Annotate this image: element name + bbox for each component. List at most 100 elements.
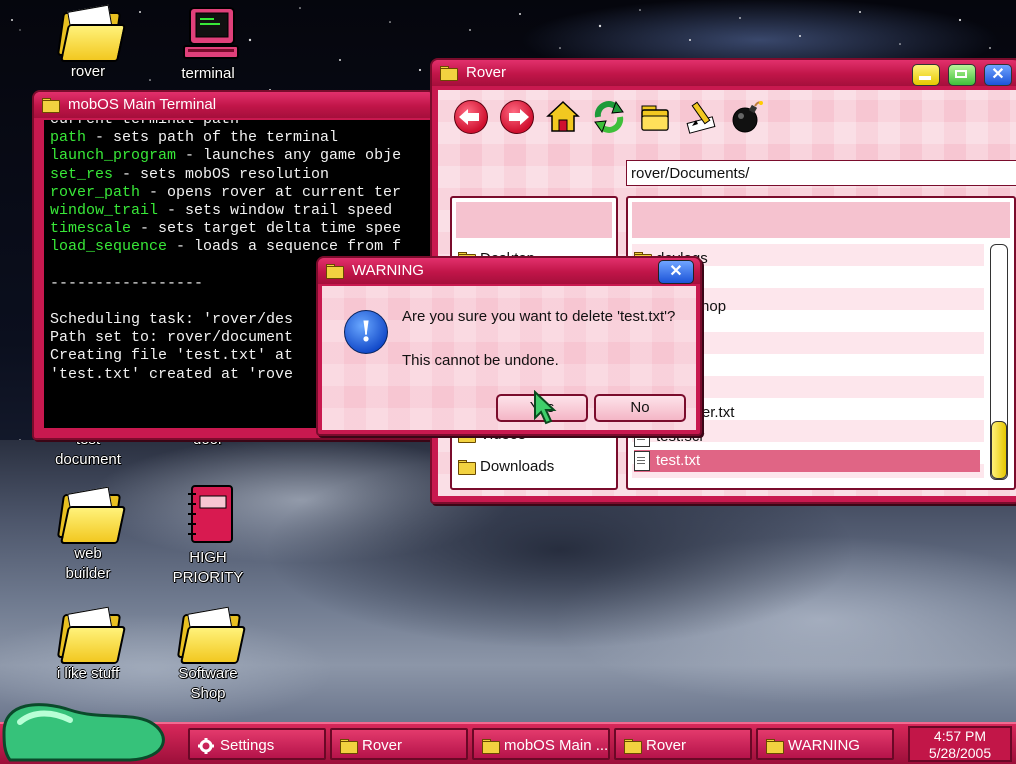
rover-title: Rover (466, 64, 507, 81)
window-controls: ✕ (908, 64, 1012, 90)
taskbar-clock[interactable]: 4:57 PM 5/28/2005 (908, 726, 1012, 762)
terminal-text: - loads a sequence from f (167, 238, 402, 256)
warning-dialog[interactable]: WARNING ✕ ! Are you sure you want to del… (316, 256, 702, 436)
new-folder-icon[interactable] (638, 100, 672, 134)
folder-icon (766, 739, 784, 754)
folder-icon (440, 66, 458, 81)
clock-time: 4:57 PM (933, 728, 987, 744)
folder-icon (176, 606, 247, 664)
rename-icon[interactable] (684, 100, 718, 134)
address-bar[interactable]: rover/Documents/ (626, 160, 1016, 186)
terminal-line: load_sequence - loads a sequence from f (50, 238, 434, 256)
terminal-titlebar[interactable]: mobOS Main Terminal (34, 92, 434, 118)
forward-icon (500, 100, 534, 134)
terminal-text: - sets mobOS resolution (113, 165, 330, 183)
delete-bomb-icon[interactable] (730, 100, 764, 134)
desktop-icon-terminal[interactable]: terminal (160, 4, 256, 84)
desktop-icon-label-2: Shop (190, 685, 226, 702)
desktop-icon-label: terminal (181, 65, 235, 82)
taskbar-item-label: Settings (220, 737, 275, 754)
folder-icon (458, 460, 476, 476)
close-icon: ✕ (991, 66, 1005, 83)
rover-titlebar[interactable]: Rover ✕ (432, 60, 1016, 86)
taskbar-item-label: mobOS Main ... (504, 737, 609, 754)
start-button[interactable] (0, 692, 170, 762)
folder-icon (326, 264, 344, 279)
file-item-test-txt[interactable]: test.txt (634, 450, 980, 472)
desktop-icon-label-2: PRIORITY (172, 569, 244, 586)
desktop-icon-label-2: document (55, 451, 121, 468)
terminal-command: set_res (50, 165, 114, 183)
gear-icon (198, 738, 214, 754)
warning-title: WARNING (352, 262, 424, 279)
taskbar-item-rover[interactable]: Rover (330, 728, 468, 760)
taskbar-item-label: Rover (362, 737, 403, 754)
vertical-scrollbar[interactable] (990, 244, 1008, 480)
terminal-text: - sets path of the terminal (86, 129, 339, 147)
scrollbar-thumb[interactable] (991, 421, 1007, 479)
home-icon[interactable] (546, 100, 580, 134)
folder-icon (42, 98, 60, 113)
desktop-icon-i-like-stuff[interactable]: i like stuff (40, 606, 136, 684)
mouse-cursor-icon (534, 390, 557, 425)
warning-submessage: This cannot be undone. (402, 352, 559, 369)
minimize-button[interactable] (911, 64, 940, 86)
terminal-title: mobOS Main Terminal (68, 96, 217, 113)
terminal-line: timescale - sets target delta time spee (50, 220, 434, 238)
folder-icon (482, 739, 500, 754)
text-file-icon (634, 451, 650, 472)
desktop-icon-label: Software (178, 665, 238, 682)
desktop-icon-label: rover (70, 63, 106, 80)
taskbar-item-settings[interactable]: Settings (188, 728, 326, 760)
terminal-text: Creating file 'test.txt' at (50, 347, 294, 365)
desktop-icon-label-2: builder (65, 565, 111, 582)
terminal-computer-icon (183, 7, 239, 59)
terminal-command: rover_path (50, 183, 141, 201)
desktop-icon-rover[interactable]: rover (40, 4, 136, 82)
terminal-command: window_trail (50, 201, 159, 219)
terminal-text: - launches any game obje (176, 147, 402, 165)
terminal-text: - sets window trail speed (158, 201, 393, 219)
no-button[interactable]: No (594, 394, 686, 422)
taskbar-item-label: WARNING (788, 737, 860, 754)
taskbar-item-warning[interactable]: WARNING (756, 728, 894, 760)
close-button[interactable]: ✕ (658, 260, 694, 284)
sidebar-item-downloads[interactable]: Downloads (458, 456, 554, 478)
maximize-icon (954, 70, 967, 78)
taskbar-item-label: Rover (646, 737, 687, 754)
desktop-icon-label: web (74, 545, 102, 562)
folder-icon (56, 486, 127, 544)
folder-icon (56, 606, 127, 664)
back-button[interactable] (454, 100, 488, 134)
folder-icon (56, 4, 127, 62)
forward-button[interactable] (500, 100, 534, 134)
desktop-icon-software-shop[interactable]: Software Shop (160, 606, 256, 704)
terminal-text: Path set to: rover/document (50, 329, 294, 347)
maximize-button[interactable] (947, 64, 976, 86)
close-button[interactable]: ✕ (984, 64, 1012, 86)
warning-titlebar[interactable]: WARNING ✕ (318, 258, 700, 284)
folder-icon (340, 739, 358, 754)
terminal-text: - sets target delta time spee (131, 220, 402, 238)
terminal-text: Scheduling task: 'rover/des (50, 311, 294, 329)
terminal-command: path (50, 129, 87, 147)
taskbar-item-mobos-terminal[interactable]: mobOS Main ... (472, 728, 610, 760)
terminal-line: launch_program - launches any game obje (50, 147, 434, 165)
minimize-icon (918, 76, 931, 80)
terminal-command: load_sequence (50, 238, 168, 256)
terminal-text: 'test.txt' created at 'rove (50, 365, 294, 383)
clock-date: 5/28/2005 (928, 745, 992, 761)
file-item-label: test.txt (656, 452, 701, 469)
desktop-icon-web-builder[interactable]: web builder (40, 486, 136, 584)
sidebar-header (456, 202, 612, 238)
warning-message: Are you sure you want to delete 'test.tx… (402, 308, 676, 325)
refresh-icon[interactable] (592, 100, 626, 134)
warning-body: ! Are you sure you want to delete 'test.… (322, 286, 696, 430)
desktop-icon-high-priority[interactable]: HIGH PRIORITY (160, 482, 256, 588)
terminal-line: set_res - sets mobOS resolution (50, 166, 434, 184)
terminal-line: rover_path - opens rover at current ter (50, 184, 434, 202)
taskbar-item-rover-2[interactable]: Rover (614, 728, 752, 760)
terminal-text: - opens rover at current ter (140, 183, 402, 201)
sidebar-item-label: Downloads (480, 458, 555, 475)
folder-icon (624, 739, 642, 754)
